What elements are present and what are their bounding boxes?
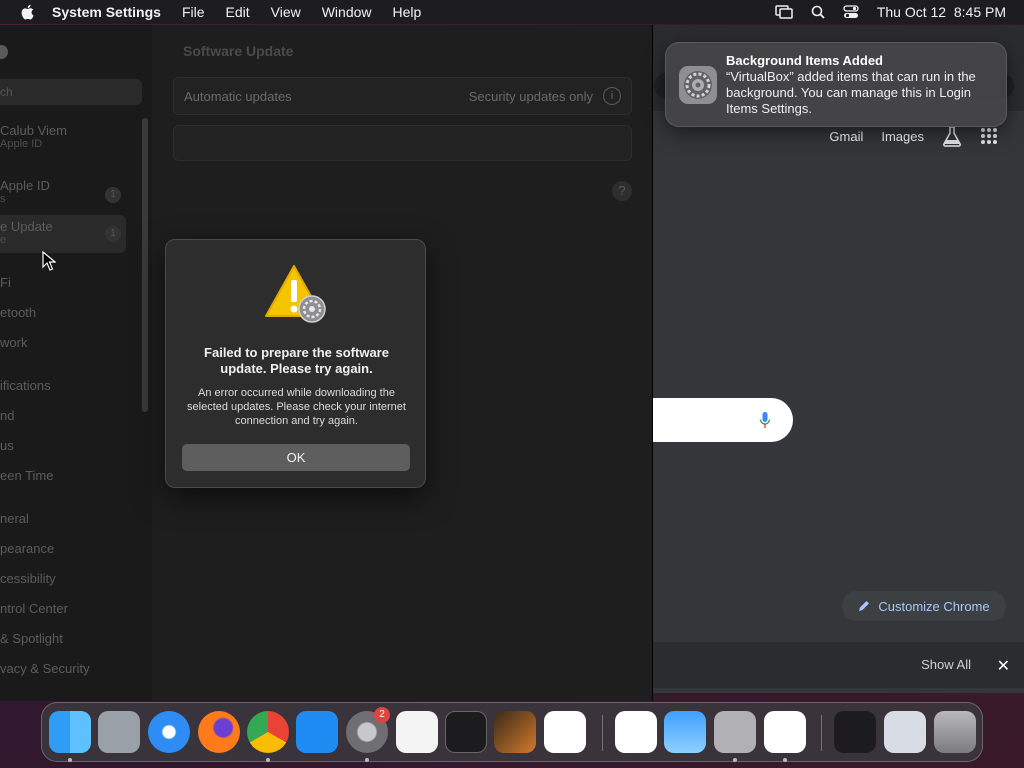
gmail-link[interactable]: Gmail (829, 129, 863, 144)
apple-menu-icon[interactable] (18, 4, 38, 20)
automatic-updates-label: Automatic updates (184, 89, 292, 104)
sidebar-item-network[interactable]: work (0, 335, 27, 350)
trash-icon[interactable] (934, 711, 976, 753)
disk-utility-icon[interactable] (714, 711, 756, 753)
info-icon[interactable]: i (603, 87, 621, 105)
garageband-icon[interactable] (494, 711, 536, 753)
sidebar-item-screen-time[interactable]: een Time (0, 468, 53, 483)
voice-search-mic-icon[interactable] (759, 411, 771, 429)
mouse-pointer-icon (42, 251, 56, 271)
menu-file[interactable]: File (182, 4, 205, 20)
sidebar-item-privacy-security[interactable]: vacy & Security (0, 661, 90, 676)
downloads-folder-icon[interactable] (834, 711, 876, 753)
sidebar-item-software-update[interactable]: e Update e (0, 219, 53, 246)
automatic-updates-value: Security updates only (468, 89, 593, 104)
page-title: Software Update (183, 43, 294, 59)
safari-icon[interactable] (148, 711, 190, 753)
alert-title: Failed to prepare the software update. P… (204, 345, 389, 376)
help-button[interactable]: ? (612, 181, 632, 201)
downloads-bar: Show All ✕ (653, 642, 1024, 688)
notification-title: Background Items Added (726, 53, 883, 68)
sidebar-item-account[interactable]: Calub Viem Apple ID (0, 123, 67, 150)
virtualbox-document-icon[interactable] (884, 711, 926, 753)
sidebar-item-focus[interactable]: us (0, 438, 14, 453)
sidebar-search-field[interactable]: ch (0, 79, 142, 105)
vscode-icon[interactable] (544, 711, 586, 753)
control-center-icon[interactable] (843, 5, 859, 19)
notification-badge: 2 (374, 707, 390, 723)
running-indicator (68, 758, 72, 762)
running-indicator (266, 758, 270, 762)
dock: 2 (41, 702, 983, 762)
system-settings-gear-icon (679, 66, 717, 104)
sidebar-item-accessibility[interactable]: cessibility (0, 571, 56, 586)
background-items-notification[interactable]: Background Items Added “VirtualBox” adde… (665, 42, 1007, 127)
ok-button[interactable]: OK (182, 444, 410, 471)
automatic-updates-row: Automatic updates Security updates only … (173, 77, 632, 115)
visual-studio-icon[interactable] (615, 711, 657, 753)
close-downloads-bar-icon[interactable]: ✕ (997, 656, 1010, 676)
window-traffic-light[interactable] (0, 45, 8, 59)
labs-flask-icon[interactable] (942, 125, 962, 147)
show-all-downloads-link[interactable]: Show All (921, 657, 971, 672)
sidebar-item-apple-id[interactable]: Apple ID s (0, 178, 50, 205)
sidebar-item-wifi[interactable]: Fi (0, 275, 11, 290)
menu-bar-clock[interactable]: Thu Oct 12 8:45 PM (877, 4, 1006, 20)
menu-view[interactable]: View (271, 4, 301, 20)
sidebar-item-notifications[interactable]: ifications (0, 378, 51, 393)
sidebar-item-siri-spotlight[interactable]: & Spotlight (0, 631, 63, 646)
menu-window[interactable]: Window (322, 4, 372, 20)
freeform-icon[interactable] (764, 711, 806, 753)
sidebar-item-bluetooth[interactable]: etooth (0, 305, 36, 320)
chrome-icon[interactable] (247, 711, 289, 753)
sidebar-item-sound[interactable]: nd (0, 408, 14, 423)
sidebar-item-label: Apple ID (0, 178, 50, 193)
running-indicator (733, 758, 737, 762)
images-link[interactable]: Images (881, 129, 924, 144)
running-indicator (365, 758, 369, 762)
launchpad-icon[interactable] (98, 711, 140, 753)
running-indicator (783, 758, 787, 762)
sidebar-item-sublabel: e (0, 234, 7, 246)
settings-sidebar: ch Calub Viem Apple ID Apple ID s 1 e Up… (0, 25, 152, 701)
update-status-row (173, 125, 632, 161)
sidebar-item-sublabel: Apple ID (0, 138, 43, 150)
chrome-top-links: Gmail Images (829, 125, 998, 147)
sidebar-item-sublabel: s (0, 193, 6, 205)
google-apps-grid-icon[interactable] (980, 127, 998, 145)
software-update-error-alert: Failed to prepare the software update. P… (165, 239, 426, 488)
google-search-box[interactable] (653, 398, 793, 442)
app-store-icon[interactable] (296, 711, 338, 753)
alert-message: An error occurred while downloading the … (187, 387, 406, 427)
spotlight-search-icon[interactable] (811, 5, 825, 19)
notification-body: “VirtualBox” added items that can run in… (726, 69, 976, 116)
pencil-icon (859, 601, 870, 611)
sidebar-item-appearance[interactable]: pearance (0, 541, 54, 556)
customize-chrome-button[interactable]: Customize Chrome (842, 591, 1006, 621)
menu-help[interactable]: Help (393, 4, 422, 20)
sidebar-item-label: Calub Viem (0, 123, 67, 138)
weather-icon[interactable] (664, 711, 706, 753)
sidebar-item-general[interactable]: neral (0, 511, 29, 526)
warning-gear-icon (265, 265, 326, 323)
sidebar-scrollbar[interactable] (142, 118, 148, 412)
menu-app-name[interactable]: System Settings (52, 4, 161, 20)
firefox-icon[interactable] (198, 711, 240, 753)
terminal-icon[interactable] (445, 711, 487, 753)
screen-mirroring-icon[interactable] (775, 5, 793, 19)
customize-chrome-label: Customize Chrome (878, 598, 990, 614)
menu-bar: System Settings File Edit View Window He… (0, 0, 1024, 24)
finder-icon[interactable] (49, 711, 91, 753)
dock-separator (821, 715, 822, 751)
textedit-icon[interactable] (396, 711, 438, 753)
menu-edit[interactable]: Edit (226, 4, 250, 20)
sidebar-item-label: e Update (0, 219, 53, 234)
sidebar-badge: 1 (105, 226, 121, 242)
sidebar-item-control-center[interactable]: ntrol Center (0, 601, 68, 616)
sidebar-badge: 1 (105, 187, 121, 203)
dock-separator (602, 715, 603, 751)
